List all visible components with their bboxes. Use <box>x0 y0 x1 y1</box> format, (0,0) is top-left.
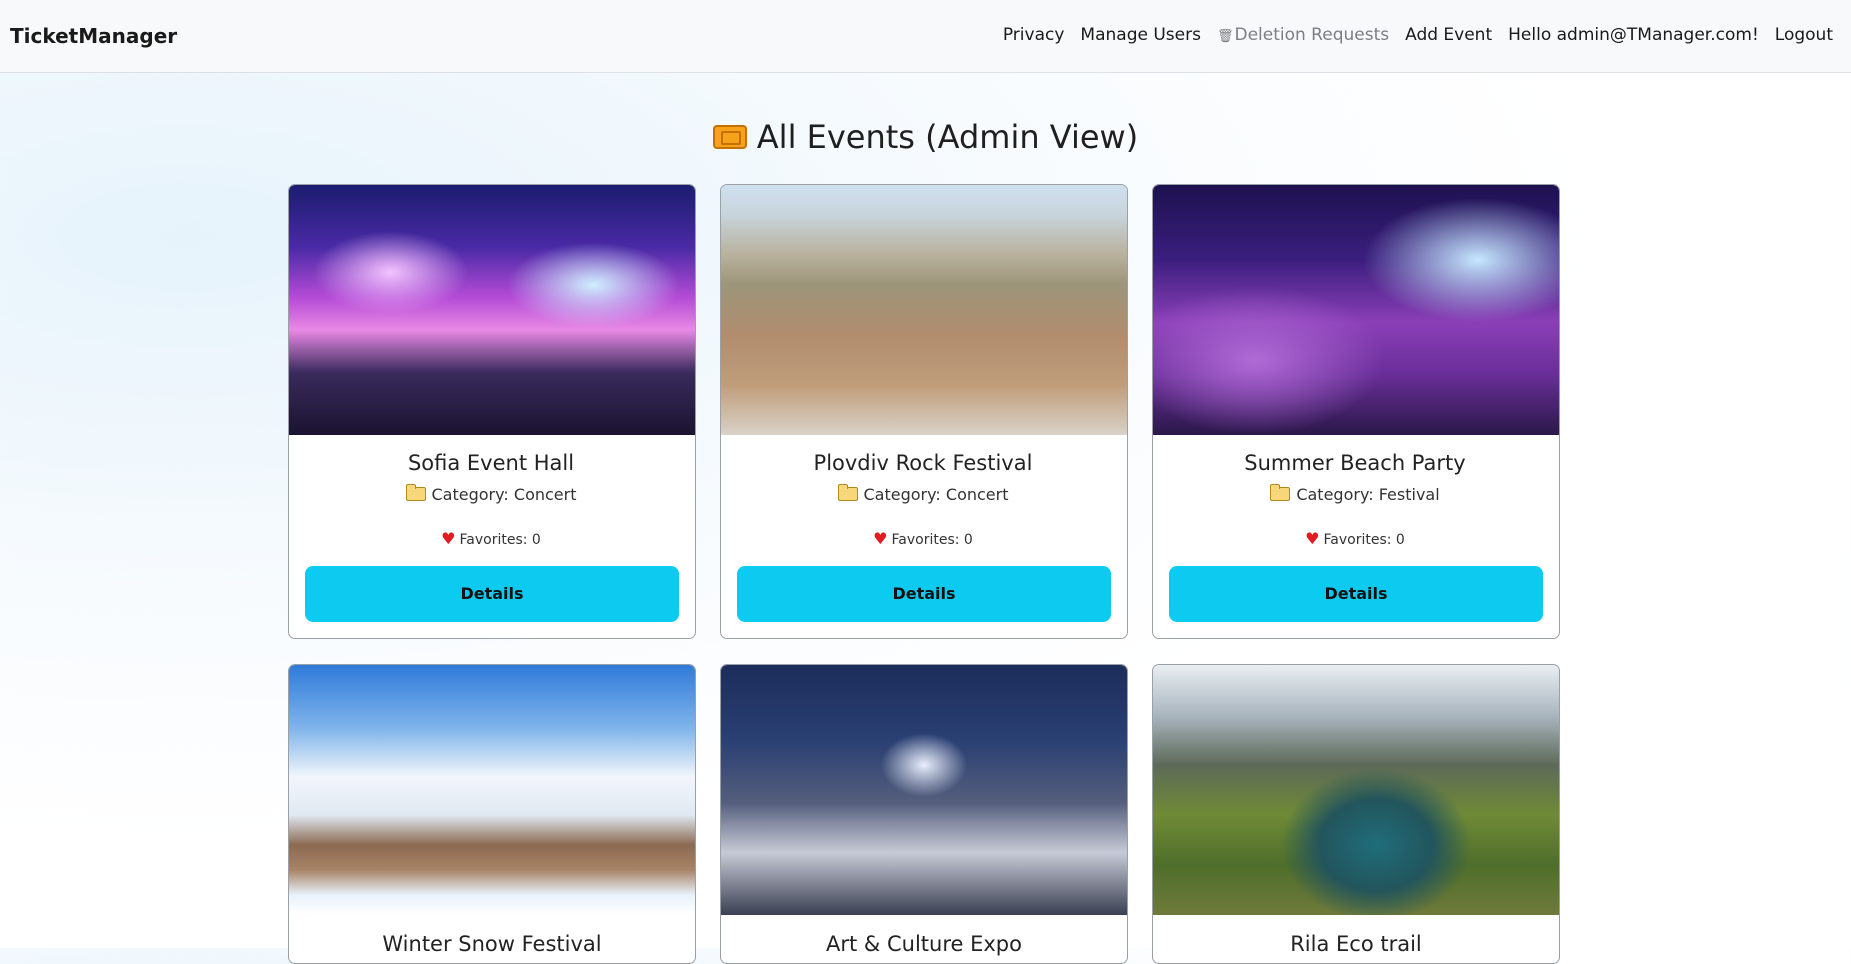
ticket-icon <box>712 125 747 149</box>
nav-add-event-link[interactable]: Add Event <box>1405 25 1492 45</box>
nav-logout-button[interactable]: Logout <box>1775 25 1833 45</box>
event-favorites: ♥ Favorites: 0 <box>1152 529 1558 548</box>
event-card-body: Sofia Event Hall Category: Concert ♥ Favo… <box>288 0 696 622</box>
nav-greeting[interactable]: Hello admin@TManager.com! <box>1508 25 1759 45</box>
event-favorites-label: Favorites: 0 <box>1323 532 1405 548</box>
page-title-text: All Events (Admin View) <box>756 118 1139 156</box>
heart-icon: ♥ <box>873 529 888 548</box>
heart-icon: ♥ <box>441 529 456 548</box>
event-category-label: Category: Concert <box>863 485 1009 504</box>
folder-icon <box>1270 484 1291 501</box>
event-category: Category: Concert <box>288 484 694 504</box>
event-favorites: ♥ Favorites: 0 <box>720 529 1126 548</box>
event-favorites: ♥ Favorites: 0 <box>288 529 694 548</box>
brand-link[interactable]: TicketManager <box>10 24 177 48</box>
folder-icon <box>405 484 426 501</box>
event-image[interactable] <box>289 185 695 435</box>
page-title: All Events (Admin View) <box>0 118 1851 156</box>
folder-icon <box>837 484 858 501</box>
nav-privacy-link[interactable]: Privacy <box>1003 25 1065 45</box>
event-image[interactable] <box>721 185 1127 435</box>
event-image[interactable] <box>1153 665 1559 915</box>
navbar: TicketManager Privacy 🗑Deletion Requests… <box>0 0 1851 73</box>
nav-deletion-requests-link[interactable]: 🗑Deletion Requests <box>1217 25 1389 45</box>
event-favorites-label: Favorites: 0 <box>459 532 541 548</box>
heart-icon: ♥ <box>1305 529 1320 548</box>
event-title: Rila Eco trail <box>1290 932 1422 956</box>
event-category-label: Category: Concert <box>431 485 577 504</box>
event-category: Category: Festival <box>1152 484 1558 504</box>
event-image[interactable] <box>1153 185 1559 435</box>
event-favorites-label: Favorites: 0 <box>891 532 973 548</box>
event-image[interactable] <box>721 665 1127 915</box>
event-image[interactable] <box>289 665 695 915</box>
nav-manage-users-link[interactable]: Manage Users <box>1080 25 1201 45</box>
event-title: Summer Beach Party <box>1244 451 1466 475</box>
nav-deletion-requests-label: Deletion Requests <box>1234 25 1390 45</box>
event-title: Plovdiv Rock Festival <box>813 451 1033 475</box>
details-button[interactable]: Details <box>737 566 1111 622</box>
event-category: Category: Concert <box>720 484 1126 504</box>
event-card-body: Plovdiv Rock Festival Category: Concert … <box>720 0 1128 622</box>
details-button[interactable]: Details <box>1169 566 1543 622</box>
nav-links: Privacy 🗑Deletion Requests Manage Users … <box>987 25 1833 45</box>
event-title: Sofia Event Hall <box>407 451 575 475</box>
event-title: Winter Snow Festival <box>382 932 602 956</box>
event-category-label: Category: Festival <box>1296 485 1440 504</box>
trash-icon: 🗑 <box>1216 29 1234 44</box>
event-card: Rila Eco trail <box>1152 664 1560 964</box>
event-card-body: Summer Beach Party Category: Festival ♥ F… <box>1152 0 1560 622</box>
event-card: Winter Snow Festival <box>288 664 696 964</box>
details-button[interactable]: Details <box>305 566 679 622</box>
event-card: Art & Culture Expo <box>720 664 1128 964</box>
event-title: Art & Culture Expo <box>826 932 1022 956</box>
